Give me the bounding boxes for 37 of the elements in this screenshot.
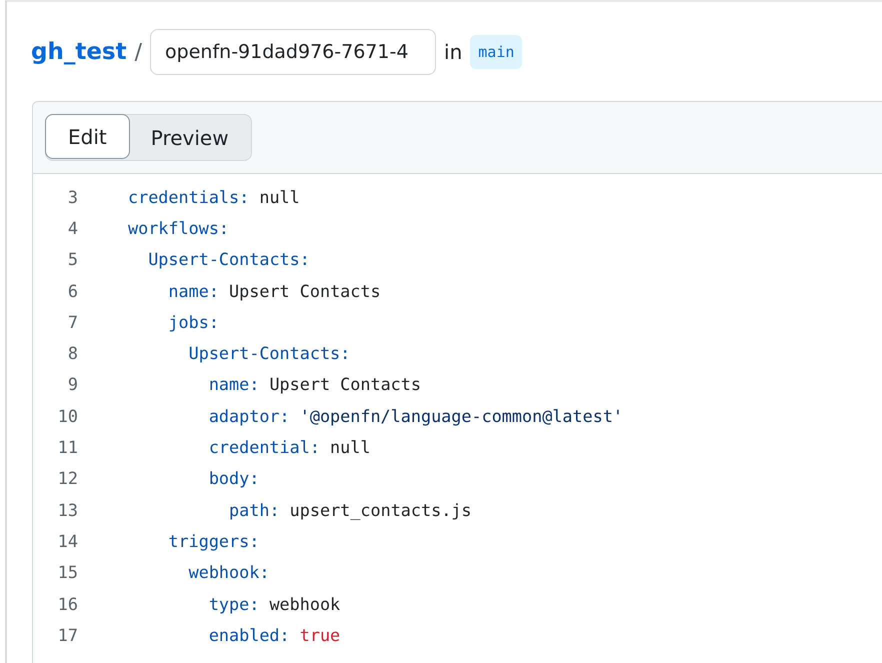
code-line: credentials: null bbox=[128, 186, 300, 207]
code-line: type: webhook bbox=[208, 594, 340, 614]
line-number: 5 bbox=[66, 249, 78, 270]
line-number: 11 bbox=[56, 437, 78, 458]
line-number: 9 bbox=[66, 374, 78, 394]
line-number: 6 bbox=[66, 280, 78, 301]
code-line: name: Upsert Contacts bbox=[208, 374, 421, 394]
code-line: enabled: true bbox=[208, 624, 340, 645]
line-number: 3 bbox=[66, 186, 78, 207]
code-line: name: Upsert Contacts bbox=[167, 280, 381, 301]
branch-badge: main bbox=[470, 35, 522, 69]
line-number: 14 bbox=[56, 530, 78, 551]
branch-prefix: in bbox=[444, 40, 462, 64]
path-separator: / bbox=[134, 40, 142, 64]
code-line: webhook: bbox=[188, 562, 270, 582]
line-number: 17 bbox=[56, 624, 78, 645]
line-number: 8 bbox=[66, 343, 78, 364]
code-line: body: bbox=[208, 468, 260, 488]
line-number: 15 bbox=[56, 562, 78, 582]
code-line: workflows: bbox=[128, 218, 230, 238]
repository-link[interactable]: gh_test bbox=[31, 39, 127, 65]
editor-tab[interactable]: Preview bbox=[128, 115, 251, 160]
code-line: adaptor: '@openfn/language-common@latest' bbox=[208, 406, 624, 426]
code-line: credential: null bbox=[208, 437, 370, 458]
code-line: path: upsert_contacts.js bbox=[228, 500, 472, 520]
code-line: Upsert-Contacts: bbox=[188, 343, 350, 364]
code-line: triggers: bbox=[167, 530, 260, 551]
editor-tab[interactable]: Edit bbox=[45, 114, 130, 159]
code-line: jobs: bbox=[167, 312, 219, 332]
code-line: Upsert-Contacts: bbox=[147, 249, 310, 270]
filename-field[interactable]: openfn-91dad976-7671-4 bbox=[150, 29, 436, 75]
line-number: 12 bbox=[56, 468, 78, 488]
line-number: 4 bbox=[66, 218, 78, 238]
line-number: 13 bbox=[56, 500, 78, 520]
line-number: 16 bbox=[56, 594, 78, 614]
line-number: 10 bbox=[56, 406, 78, 426]
line-number: 7 bbox=[66, 312, 78, 332]
